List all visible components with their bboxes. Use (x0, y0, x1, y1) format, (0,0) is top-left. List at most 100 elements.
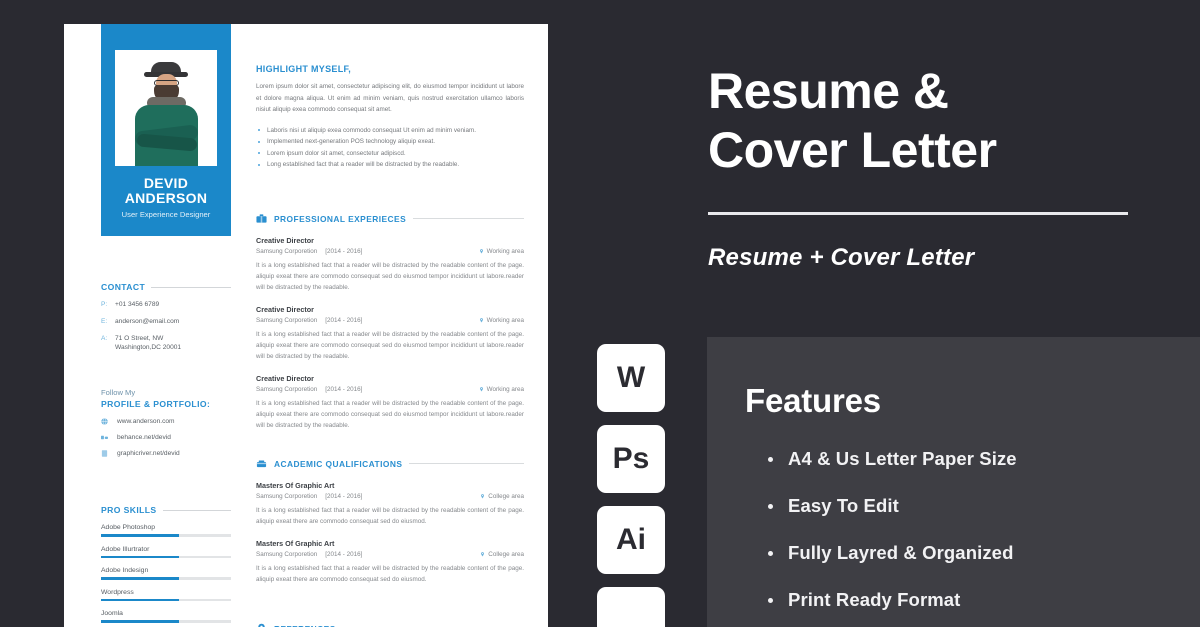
highlight-heading: HIGHLIGHT MYSELF, (256, 64, 352, 74)
skill-name: Adobe Indesign (101, 567, 149, 575)
references-heading-label: REFERENCES (274, 624, 336, 627)
entry-location: Working area (479, 386, 524, 393)
promo-banner: DEVID ANDERSON User Experience Designer … (0, 0, 1200, 627)
entry-dates: [2014 - 2016] (325, 386, 363, 393)
skill-item: Adobe Illurtrator (101, 546, 231, 559)
highlight-section: HIGHLIGHT MYSELF, Lorem ipsum dolor sit … (256, 64, 524, 171)
skill-name: Adobe Photoshop (101, 524, 156, 531)
follow-section: Follow My PROFILE & PORTFOLIO: www.ander… (101, 388, 231, 457)
contact-heading: CONTACT (101, 282, 231, 292)
contact-row-key: P: (101, 301, 108, 308)
globe-icon (101, 418, 108, 425)
contact-row-value: anderson@email.com (115, 318, 180, 325)
entry-location-label: Working area (486, 317, 524, 324)
experience-section: PROFESSIONAL EXPERIECES Creative Directo… (256, 213, 524, 431)
graphicriver-icon (101, 450, 108, 457)
profile-role: User Experience Designer (121, 210, 211, 219)
academic-section: ACADEMIC QUALIFICATIONS Masters Of Graph… (256, 458, 524, 585)
profile-name: DEVID ANDERSON (101, 176, 231, 206)
social-link-row[interactable]: behance.net/devid (101, 434, 231, 441)
illustrator-badge: Ai (597, 506, 665, 574)
social-link-row[interactable]: graphicriver.net/devid (101, 450, 231, 457)
skills-section: PRO SKILLS Adobe Photoshop Adobe Illurtra… (101, 505, 231, 627)
skill-bar-fill (101, 598, 179, 602)
social-link-row[interactable]: www.anderson.com (101, 418, 231, 425)
follow-preheading: Follow My (101, 388, 136, 397)
entry-description: It is a long established fact that a rea… (256, 565, 524, 583)
skill-item: Joomla (101, 610, 231, 623)
resume-sidebar-header: DEVID ANDERSON User Experience Designer (101, 24, 231, 236)
entry-description: It is a long established fact that a rea… (256, 262, 524, 291)
skill-name: Wordpress (101, 588, 134, 596)
entry-dates: [2014 - 2016] (325, 551, 363, 558)
social-link-label: behance.net/devid (117, 434, 171, 441)
highlight-bullet: Implemented next-generation POS technolo… (256, 136, 524, 148)
highlight-bullet: Lorem ipsum dolor sit amet, consectetur … (256, 148, 524, 160)
skills-heading: PRO SKILLS (101, 505, 231, 515)
experience-heading-label: PROFESSIONAL EXPERIECES (274, 213, 407, 224)
entry-location: Working area (479, 248, 524, 255)
promo-divider (708, 212, 1128, 215)
features-panel: Features A4 & Us Letter Paper Size Easy T… (707, 337, 1200, 627)
heading-rule (413, 218, 524, 219)
entry-location-label: Working area (486, 248, 524, 255)
highlight-bullet: Laboris nisi ut aliquip exea commodo con… (256, 125, 524, 137)
entry-meta: Samsung Corporetion [2014 - 2016] Working … (256, 317, 524, 324)
resume-entry: Masters Of Graphic Art Samsung Corporetio… (256, 481, 524, 527)
contact-row: E: anderson@email.com (101, 317, 231, 326)
skill-bar-fill (101, 534, 179, 537)
social-link-label: www.anderson.com (117, 418, 175, 425)
entry-dates: [2014 - 2016] (325, 248, 363, 255)
entry-title: Creative Director (256, 236, 314, 245)
skill-item: Adobe Photoshop (101, 524, 231, 537)
features-list: A4 & Us Letter Paper Size Easy To Edit Ful… (767, 447, 1039, 627)
heading-rule (151, 286, 231, 288)
profile-name-last: ANDERSON (124, 190, 208, 206)
skill-bar-track (101, 620, 231, 623)
entry-location-label: Working area (486, 386, 524, 393)
entry-location: College area (480, 493, 524, 500)
social-link-label: graphicriver.net/devid (117, 450, 180, 457)
graduation-icon (256, 460, 267, 468)
promo-title-line2: Cover Letter (708, 122, 997, 178)
heading-rule (162, 509, 231, 511)
skill-bar-track (101, 534, 231, 537)
entry-location-label: College area (488, 493, 524, 500)
experience-heading: PROFESSIONAL EXPERIECES (256, 213, 524, 224)
entry-meta: Samsung Corporetion [2014 - 2016] College … (256, 493, 524, 500)
behance-icon (101, 434, 108, 441)
skill-name: Joomla (101, 610, 123, 618)
promo-subtitle: Resume + Cover Letter (708, 244, 975, 271)
academic-heading-label: ACADEMIC QUALIFICATIONS (274, 458, 403, 469)
feature-item: Fully Layred & Organized (767, 541, 1039, 565)
contact-row: P: +01 3456 6789 (101, 300, 231, 309)
entry-title: Creative Director (256, 374, 314, 383)
follow-heading-label: PROFILE & PORTFOLIO: (101, 399, 211, 409)
entry-location: Working area (479, 317, 524, 324)
highlight-paragraph: Lorem ipsum dolor sit amet, consectetur … (256, 83, 524, 113)
resume-entry: Masters Of Graphic Art Samsung Corporetio… (256, 539, 524, 585)
references-section: REFERENCES (256, 623, 524, 627)
resume-entry: Creative Director Samsung Corporetion [201… (256, 305, 524, 362)
resume-page-preview: DEVID ANDERSON User Experience Designer … (64, 24, 548, 627)
references-heading: REFERENCES (256, 623, 524, 627)
resume-entry: Creative Director Samsung Corporetion [201… (256, 236, 524, 293)
entry-dates: [2014 - 2016] (325, 493, 363, 500)
highlight-bullet-list: Laboris nisi ut aliquip exea commodo con… (256, 125, 524, 171)
skills-heading-label: PRO SKILLS (101, 505, 157, 515)
entry-description: It is a long established fact that a rea… (256, 507, 524, 525)
contact-section: CONTACT P: +01 3456 6789 E: anderson@email.… (101, 282, 231, 352)
entry-location-label: College area (488, 551, 524, 558)
contact-row: A: 71 O Street, NW Washington,DC 20001 (101, 334, 231, 352)
skill-bar-track (101, 598, 231, 602)
profile-photo (115, 50, 217, 166)
profile-name-first: DEVID (143, 175, 189, 191)
briefcase-icon (256, 214, 267, 223)
entry-dates: [2014 - 2016] (325, 317, 363, 324)
entry-title: Masters Of Graphic Art (256, 539, 335, 548)
resume-entry: Creative Director Samsung Corporetion [201… (256, 374, 524, 431)
entry-company: Samsung Corporetion (256, 493, 318, 500)
software-badge-column: W Ps Ai (597, 344, 665, 627)
fourth-badge (597, 587, 665, 627)
location-pin-icon (258, 623, 265, 627)
